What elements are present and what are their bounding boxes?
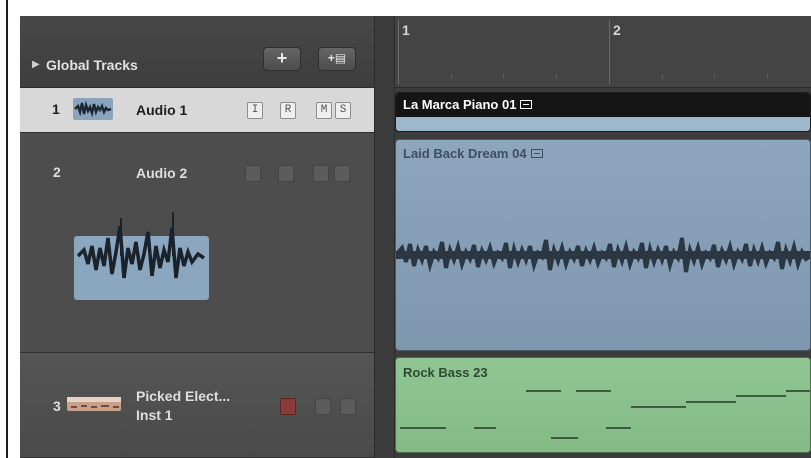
add-track-button[interactable]: + (263, 47, 301, 71)
solo-button[interactable]: S (334, 165, 350, 182)
track-subname: Inst 1 (136, 407, 173, 423)
region-title: Laid Back Dream 04 (403, 146, 543, 161)
track-header-audio-2[interactable]: 2 Audio 2 I R M S (20, 133, 374, 353)
track-name[interactable]: Picked Elect... (136, 387, 230, 406)
mute-button[interactable]: M (313, 165, 329, 182)
beat-tick (556, 74, 557, 79)
waveform (396, 237, 810, 273)
track-header-inst-1[interactable]: 3 Picked Elect... Inst 1 R M S (20, 353, 374, 458)
add-folder-track-button[interactable]: +▤ (318, 47, 356, 71)
record-enable-button[interactable]: R (280, 398, 296, 415)
audio-waveform-icon (74, 208, 209, 300)
app-window: ▶ Global Tracks + +▤ 1 Audio 1 I R M S 2… (0, 0, 811, 458)
track-name[interactable]: Audio 1 (136, 101, 187, 120)
window-edge (6, 0, 8, 458)
solo-button[interactable]: S (340, 398, 356, 415)
region-la-marca-piano[interactable]: La Marca Piano 01 (395, 92, 811, 132)
region-laid-back-dream[interactable]: Laid Back Dream 04 (395, 139, 811, 351)
track-number: 3 (53, 398, 61, 414)
record-enable-button[interactable]: R (278, 165, 294, 182)
beat-tick (662, 74, 663, 79)
loop-icon (520, 100, 533, 110)
bar-marker (609, 20, 610, 84)
guitar-instrument-icon (67, 393, 121, 417)
track-header-audio-1[interactable]: 1 Audio 1 I R M S (20, 88, 374, 133)
region-title: La Marca Piano 01 (403, 97, 533, 112)
track-number: 2 (53, 164, 61, 180)
beat-tick (503, 74, 504, 79)
beat-tick (451, 74, 452, 79)
loop-icon (530, 149, 543, 159)
record-enable-button[interactable]: R (280, 102, 296, 119)
bar-number: 1 (402, 22, 410, 38)
audio-track-icon (73, 98, 113, 120)
beat-tick (714, 74, 715, 79)
beat-tick (767, 74, 768, 79)
track-name[interactable]: Audio 2 (136, 164, 187, 183)
input-monitor-button[interactable]: I (247, 102, 263, 119)
bar-marker (398, 20, 399, 84)
timeline-ruler[interactable]: 1 2 (395, 16, 811, 88)
input-monitor-button[interactable]: I (245, 165, 261, 182)
region-rock-bass[interactable]: Rock Bass 23 (395, 357, 811, 453)
midi-notes (400, 390, 810, 439)
global-tracks-header[interactable]: ▶ Global Tracks + +▤ (20, 16, 374, 88)
header-divider[interactable] (374, 16, 395, 458)
mute-button[interactable]: M (315, 398, 331, 415)
global-tracks-label: Global Tracks (46, 57, 138, 73)
solo-button[interactable]: S (335, 102, 351, 119)
mute-button[interactable]: M (316, 102, 332, 119)
track-number: 1 (52, 101, 60, 117)
bar-number: 2 (613, 22, 621, 38)
disclosure-triangle-icon[interactable]: ▶ (32, 59, 40, 70)
